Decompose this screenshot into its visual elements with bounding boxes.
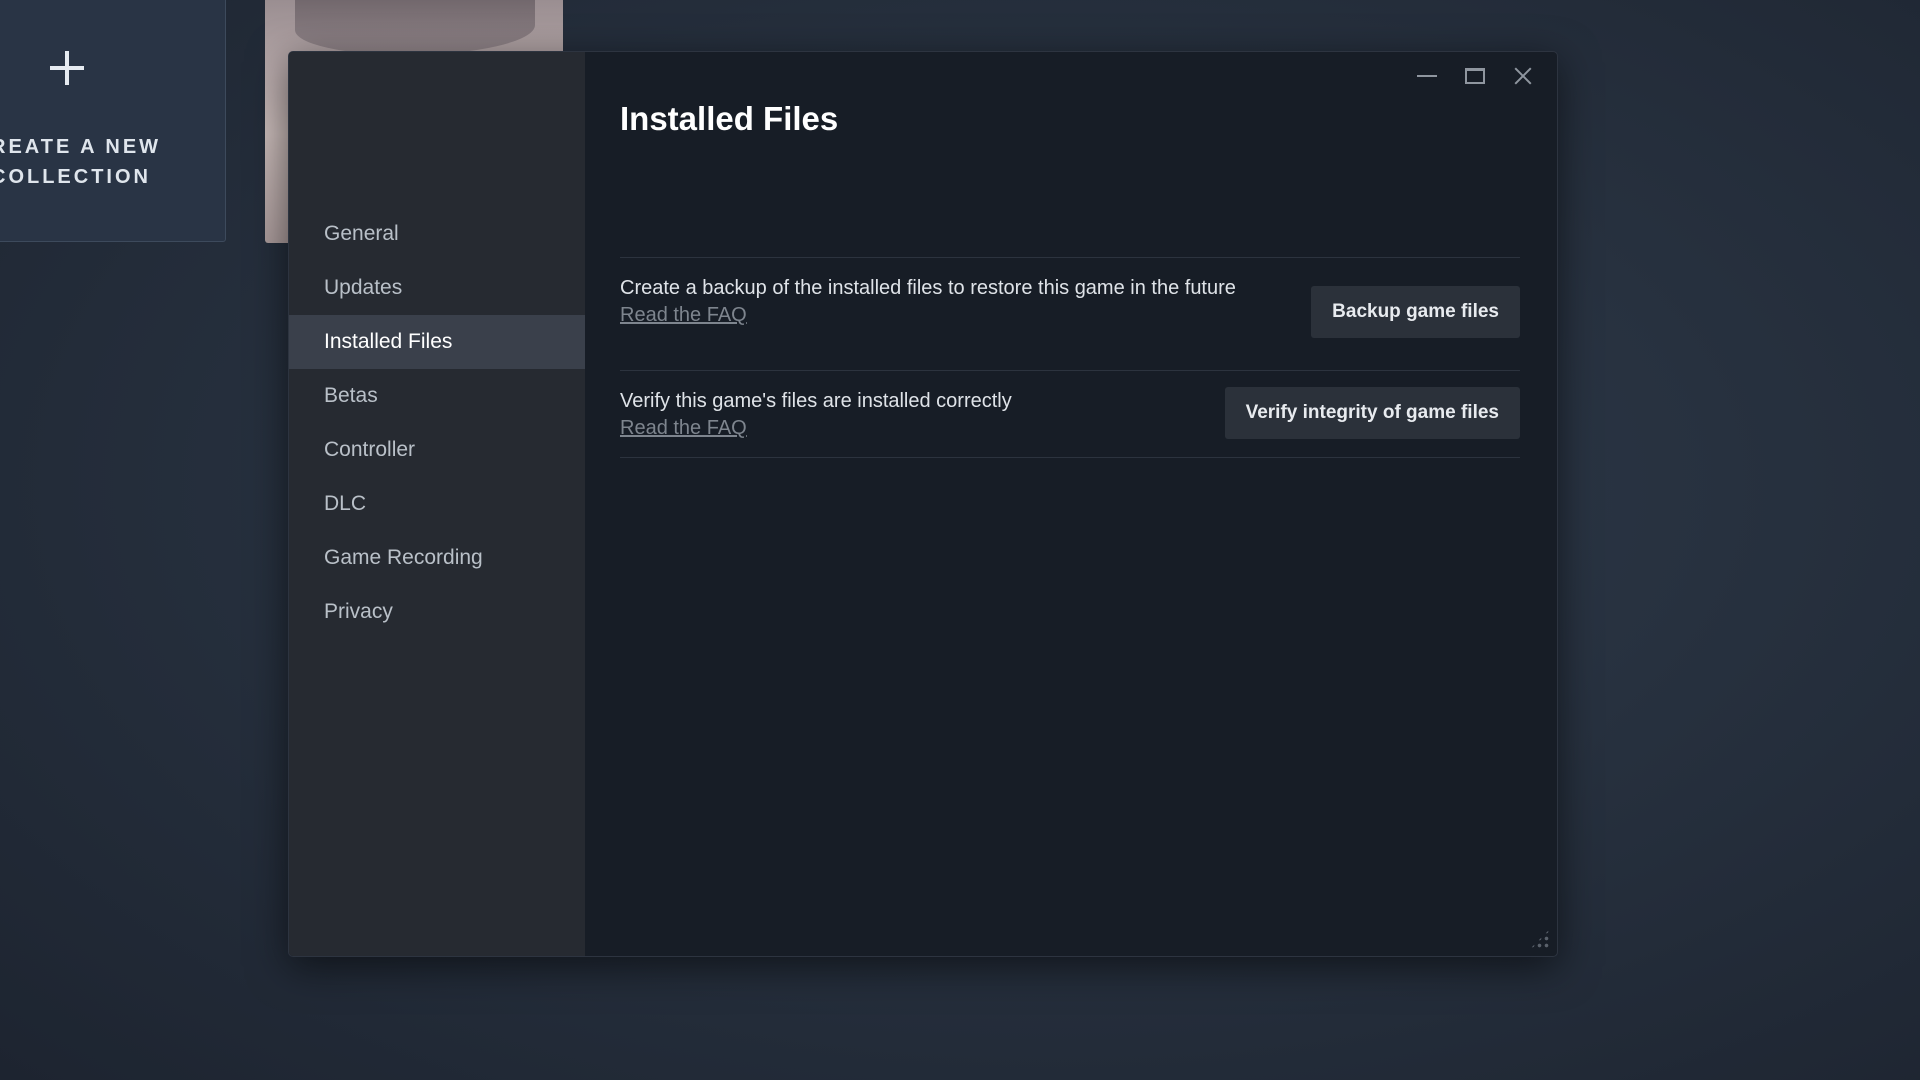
divider: [620, 457, 1520, 458]
create-collection-label: REATE A NEW COLLECTION: [0, 136, 162, 188]
verify-text: Verify this game's files are installed c…: [620, 387, 1260, 442]
maximize-button[interactable]: [1453, 58, 1497, 94]
backup-faq-link[interactable]: Read the FAQ: [620, 302, 747, 329]
maximize-icon: [1465, 68, 1485, 84]
sidebar-item-general[interactable]: General: [289, 207, 585, 261]
close-icon: [1512, 65, 1534, 87]
close-button[interactable]: [1501, 58, 1545, 94]
sidebar-item-installed-files[interactable]: Installed Files: [289, 315, 585, 369]
verify-faq-link[interactable]: Read the FAQ: [620, 415, 747, 442]
minimize-button[interactable]: [1405, 58, 1449, 94]
properties-sidebar: General Updates Installed Files Betas Co…: [289, 52, 585, 956]
backup-row: Create a backup of the installed files t…: [620, 274, 1520, 364]
create-collection-tile[interactable]: REATE A NEW COLLECTION: [0, 0, 226, 242]
properties-content: Installed Files Create a backup of the i…: [585, 52, 1557, 956]
verify-row: Verify this game's files are installed c…: [620, 387, 1520, 457]
properties-dialog: General Updates Installed Files Betas Co…: [288, 51, 1558, 957]
sidebar-item-dlc[interactable]: DLC: [289, 477, 585, 531]
sidebar-item-game-recording[interactable]: Game Recording: [289, 531, 585, 585]
backup-text: Create a backup of the installed files t…: [620, 274, 1260, 329]
plus-icon: [43, 45, 91, 93]
page-title: Installed Files: [620, 100, 839, 137]
sidebar-item-privacy[interactable]: Privacy: [289, 585, 585, 639]
backup-game-files-button[interactable]: Backup game files: [1311, 286, 1520, 338]
resize-grip-icon[interactable]: [1529, 928, 1551, 950]
divider: [620, 257, 1520, 258]
window-controls: [1405, 58, 1545, 94]
minimize-icon: [1417, 75, 1437, 77]
sidebar-item-controller[interactable]: Controller: [289, 423, 585, 477]
sidebar-item-updates[interactable]: Updates: [289, 261, 585, 315]
sidebar-item-betas[interactable]: Betas: [289, 369, 585, 423]
verify-integrity-button[interactable]: Verify integrity of game files: [1224, 387, 1520, 439]
backup-description: Create a backup of the installed files t…: [620, 277, 1236, 299]
divider: [620, 370, 1520, 371]
cover-art-shape: [295, 0, 535, 55]
verify-description: Verify this game's files are installed c…: [620, 390, 1012, 412]
sidebar-nav: General Updates Installed Files Betas Co…: [289, 207, 585, 639]
